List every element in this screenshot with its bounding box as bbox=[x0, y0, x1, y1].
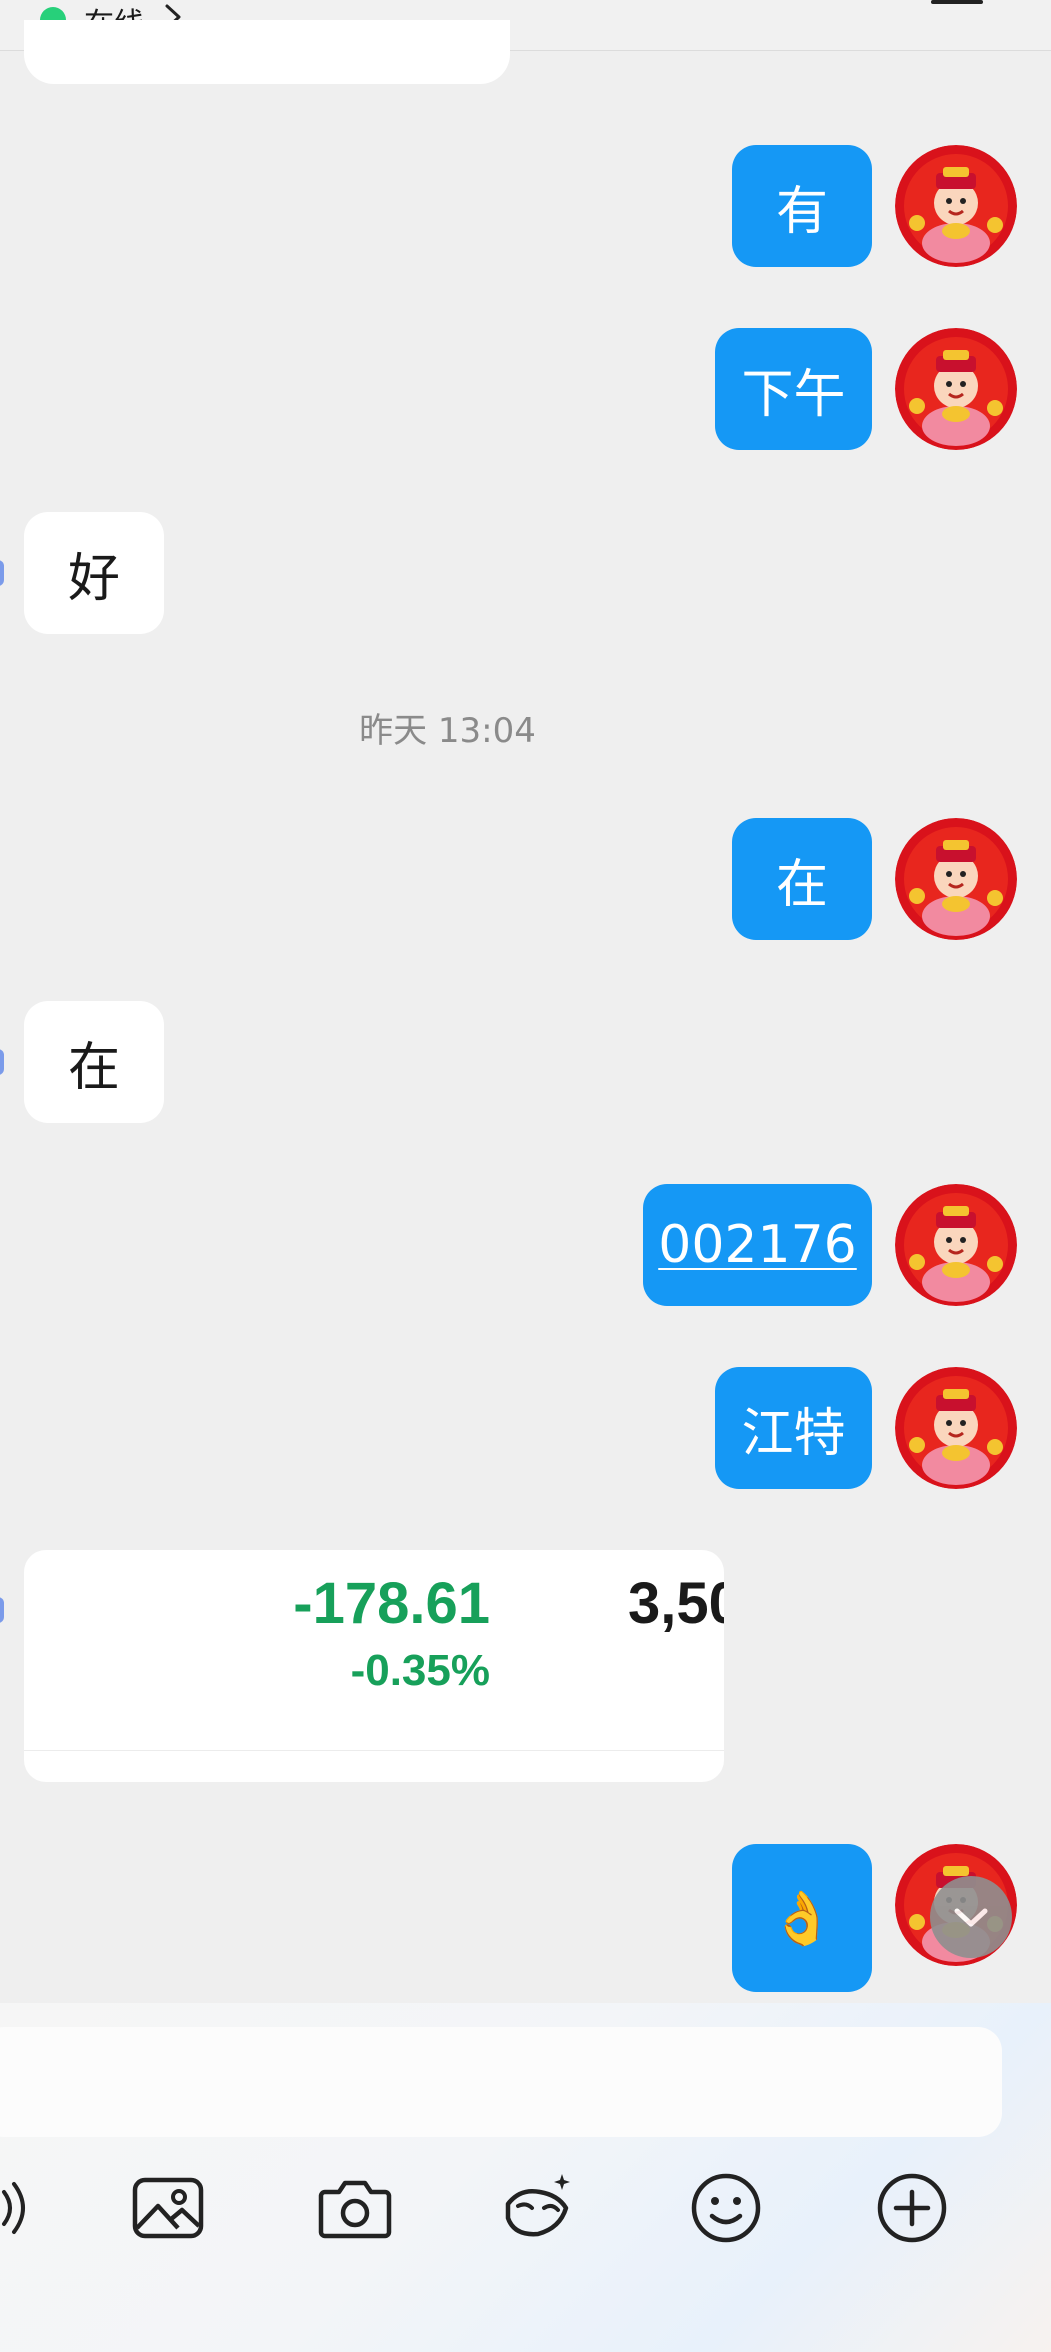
image-icon[interactable] bbox=[130, 2170, 206, 2246]
avatar[interactable] bbox=[895, 818, 1017, 940]
avatar[interactable] bbox=[895, 1367, 1017, 1489]
message-bubble-incoming-partial bbox=[24, 20, 510, 84]
message-bubble-outgoing[interactable]: 江特 bbox=[715, 1367, 872, 1489]
scroll-to-bottom-button[interactable] bbox=[930, 1876, 1012, 1958]
avatar-edge bbox=[0, 1597, 4, 1623]
camera-icon[interactable] bbox=[317, 2170, 393, 2246]
menu-icon[interactable] bbox=[931, 0, 983, 10]
message-bubble-outgoing-emoji[interactable]: 👌 bbox=[732, 1844, 872, 1992]
message-bubble-outgoing[interactable]: 在 bbox=[732, 818, 872, 940]
stock-change-percent: -0.35% bbox=[350, 1646, 490, 1695]
chevron-down-icon bbox=[954, 1908, 988, 1927]
message-bubble-outgoing-link[interactable]: 002176 bbox=[643, 1184, 872, 1306]
voice-icon[interactable] bbox=[0, 2170, 46, 2246]
card-divider bbox=[24, 1750, 724, 1751]
red-packet-icon[interactable] bbox=[500, 2170, 576, 2246]
message-bubble-incoming[interactable]: 在 bbox=[24, 1001, 164, 1123]
stock-code-link[interactable]: 002176 bbox=[658, 1215, 857, 1275]
stock-price-value: 3,50 bbox=[628, 1571, 724, 1636]
avatar[interactable] bbox=[895, 145, 1017, 267]
message-input[interactable] bbox=[0, 2027, 1002, 2137]
avatar-edge bbox=[0, 1049, 4, 1075]
message-timestamp: 昨天 13:04 bbox=[359, 711, 536, 751]
avatar[interactable] bbox=[895, 328, 1017, 450]
plus-icon[interactable] bbox=[874, 2170, 950, 2246]
message-bubble-outgoing[interactable]: 下午 bbox=[715, 328, 872, 450]
message-bubble-outgoing[interactable]: 有 bbox=[732, 145, 872, 267]
stock-quote-card[interactable]: -178.61 -0.35% 3,50 bbox=[24, 1550, 724, 1782]
stock-change-value: -178.61 bbox=[293, 1571, 490, 1636]
avatar[interactable] bbox=[895, 1184, 1017, 1306]
message-bubble-incoming[interactable]: 好 bbox=[24, 512, 164, 634]
emoji-icon[interactable] bbox=[688, 2170, 764, 2246]
avatar-edge bbox=[0, 560, 4, 586]
